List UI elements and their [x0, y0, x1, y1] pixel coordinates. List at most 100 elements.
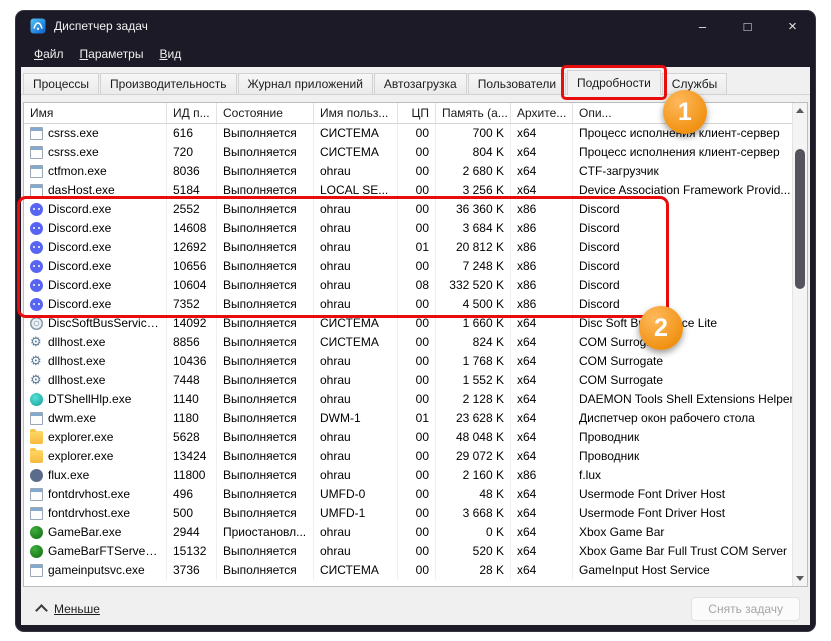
column-header-user[interactable]: Имя польз...	[314, 103, 398, 123]
cell-arch: x64	[511, 314, 573, 333]
menu-options[interactable]: Параметры	[72, 44, 152, 64]
process-name: Discord.exe	[48, 240, 112, 254]
gear-icon	[30, 373, 43, 387]
process-name: GameBar.exe	[48, 525, 122, 539]
tab-details[interactable]: Подробности	[567, 70, 661, 95]
tab-app-history[interactable]: Журнал приложений	[237, 73, 373, 94]
table-row[interactable]: Discord.exe 12692 Выполняется ohrau 01 20 812…	[24, 238, 792, 257]
process-name: dasHost.exe	[48, 183, 115, 197]
cell-desc: Device Association Framework Provid...	[579, 183, 791, 197]
table-row[interactable]: Discord.exe 10656 Выполняется ohrau 00 7 248 …	[24, 257, 792, 276]
cell-pid: 10604	[167, 276, 217, 295]
table-row[interactable]: dwm.exe 1180 Выполняется DWM-1 01 23 628 Kx64…	[24, 409, 792, 428]
cell-arch: x64	[511, 181, 573, 200]
process-name: DiscSoftBusServiceLi...	[48, 316, 160, 330]
cell-user: ohrau	[314, 542, 398, 561]
table-row[interactable]: GameBarFTServer.exe 15132 Выполняется ohrau…	[24, 542, 792, 561]
cell-name: fontdrvhost.exe	[24, 485, 167, 504]
table-row[interactable]: fontdrvhost.exe 500 Выполняется UMFD-1 00 3 6…	[24, 504, 792, 523]
cell-status: Выполняется	[217, 276, 314, 295]
cell-pid: 1140	[167, 390, 217, 409]
cell-arch: x64	[511, 428, 573, 447]
tab-services[interactable]: Службы	[661, 73, 728, 94]
folder-icon	[30, 429, 43, 444]
column-header-status[interactable]: Состояние	[217, 103, 314, 123]
scroll-up-arrow-icon[interactable]	[793, 103, 807, 118]
table-row[interactable]: explorer.exe 5628 Выполняется ohrau 00 48 048…	[24, 428, 792, 447]
cell-mem: 1 768 K	[436, 352, 511, 371]
cell-mem: 1 660 K	[436, 314, 511, 333]
column-header-pid[interactable]: ИД п...	[167, 103, 217, 123]
fewer-details-toggle[interactable]: Меньше	[31, 600, 106, 618]
end-task-button[interactable]: Снять задачу	[691, 597, 800, 621]
column-header-arch[interactable]: Архите...	[511, 103, 573, 123]
scroll-down-arrow-icon[interactable]	[793, 571, 807, 586]
cell-pid: 10656	[167, 257, 217, 276]
table-row[interactable]: dasHost.exe 5184 Выполняется LOCAL SE... 00 3…	[24, 181, 792, 200]
cell-cpu: 00	[398, 542, 436, 561]
cell-mem: 4 500 K	[436, 295, 511, 314]
process-name: Discord.exe	[48, 259, 112, 273]
cell-pid: 8856	[167, 333, 217, 352]
cell-cpu: 00	[398, 485, 436, 504]
cell-pid: 496	[167, 485, 217, 504]
cell-desc: f.lux	[579, 468, 602, 482]
table-row[interactable]: DTShellHlp.exe 1140 Выполняется ohrau 00 2 12…	[24, 390, 792, 409]
cell-mem: 824 K	[436, 333, 511, 352]
table-row[interactable]: GameBar.exe 2944 Приостановл... ohrau 00 0 Kx…	[24, 523, 792, 542]
cell-name: Discord.exe	[24, 295, 167, 314]
table-row[interactable]: ctfmon.exe 8036 Выполняется ohrau 00 2 680 Kx…	[24, 162, 792, 181]
table-row[interactable]: gameinputsvc.exe 3736 Выполняется СИСТЕМА 00…	[24, 561, 792, 580]
cell-cpu: 00	[398, 257, 436, 276]
cell-mem: 7 248 K	[436, 257, 511, 276]
cell-arch: x86	[511, 295, 573, 314]
cell-user: ohrau	[314, 371, 398, 390]
table-row[interactable]: fontdrvhost.exe 496 Выполняется UMFD-0 00 48 …	[24, 485, 792, 504]
close-button[interactable]: ×	[770, 11, 815, 41]
column-header-cpu[interactable]: ЦП	[398, 103, 436, 123]
cell-arch: x86	[511, 466, 573, 485]
cell-pid: 2552	[167, 200, 217, 219]
cell-status: Выполняется	[217, 162, 314, 181]
cell-cpu: 08	[398, 276, 436, 295]
cell-mem: 0 K	[436, 523, 511, 542]
table-row[interactable]: Discord.exe 10604 Выполняется ohrau 08 332 52…	[24, 276, 792, 295]
table-row[interactable]: csrss.exe 720 Выполняется СИСТЕМА 00 804 Kx64…	[24, 143, 792, 162]
tab-performance[interactable]: Производительность	[100, 73, 237, 94]
table-row[interactable]: Discord.exe 2552 Выполняется ohrau 00 36 360 …	[24, 200, 792, 219]
table-row[interactable]: Discord.exe 14608 Выполняется ohrau 00 3 684 …	[24, 219, 792, 238]
menu-bar: Файл Параметры Вид	[16, 41, 815, 67]
tab-startup[interactable]: Автозагрузка	[373, 73, 467, 94]
scrollbar-thumb[interactable]	[795, 149, 805, 289]
maximize-button[interactable]: □	[725, 11, 770, 41]
table-row[interactable]: flux.exe 11800 Выполняется ohrau 00 2 160 Kx8…	[24, 466, 792, 485]
gear-icon	[30, 354, 43, 368]
process-name: fontdrvhost.exe	[48, 506, 131, 520]
tab-users[interactable]: Пользователи	[467, 73, 567, 94]
cell-cpu: 00	[398, 466, 436, 485]
cell-mem: 2 680 K	[436, 162, 511, 181]
folder-icon	[30, 448, 43, 463]
table-row[interactable]: dllhost.exe 10436Выполняетсяohrau001 768 …	[24, 352, 792, 371]
generic-app-icon	[30, 184, 43, 197]
vertical-scrollbar[interactable]	[792, 103, 807, 586]
cell-desc: Discord	[579, 297, 620, 311]
generic-app-icon	[30, 127, 43, 140]
cell-pid: 616	[167, 124, 217, 143]
cell-status: Выполняется	[217, 314, 314, 333]
generic-app-icon	[30, 488, 43, 501]
table-row[interactable]: dllhost.exe 7448Выполняетсяohrau001 552 K…	[24, 371, 792, 390]
cell-pid: 12692	[167, 238, 217, 257]
column-header-name[interactable]: Имя	[24, 103, 167, 123]
column-header-mem[interactable]: Память (а...	[436, 103, 511, 123]
table-row[interactable]: explorer.exe 13424 Выполняется ohrau 00 29 07…	[24, 447, 792, 466]
tab-processes[interactable]: Процессы	[23, 73, 100, 94]
menu-file[interactable]: Файл	[26, 44, 72, 64]
process-name: Discord.exe	[48, 297, 112, 311]
minimize-button[interactable]: –	[680, 11, 725, 41]
table-row[interactable]: Discord.exe 7352 Выполняется ohrau 00 4 500 K…	[24, 295, 792, 314]
cell-arch: x64	[511, 504, 573, 523]
cell-user: ohrau	[314, 390, 398, 409]
cell-mem: 23 628 K	[436, 409, 511, 428]
menu-view[interactable]: Вид	[151, 44, 189, 64]
